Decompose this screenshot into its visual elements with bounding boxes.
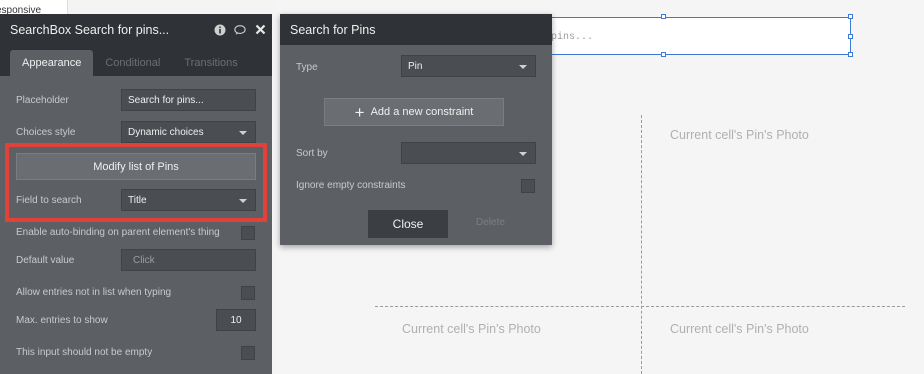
delete-button[interactable]: Delete — [476, 217, 505, 228]
default-value-label: Default value — [16, 255, 75, 266]
sort-by-dropdown[interactable] — [401, 142, 536, 164]
max-entries-label: Max. entries to show — [16, 315, 108, 326]
field-to-search-value: Title — [128, 194, 147, 206]
panel-tabs: Appearance Conditional Transitions — [0, 45, 272, 76]
not-empty-checkbox[interactable] — [241, 346, 255, 360]
add-constraint-label: Add a new constraint — [370, 106, 474, 118]
field-to-search-dropdown[interactable]: Title — [121, 189, 256, 211]
resize-handle-tl[interactable] — [661, 14, 666, 19]
ignore-empty-checkbox[interactable] — [521, 179, 535, 193]
choices-style-dropdown[interactable]: Dynamic choices — [121, 121, 256, 143]
field-to-search-label: Field to search — [16, 195, 82, 206]
choices-style-label: Choices style — [16, 127, 76, 138]
chevron-down-icon — [239, 131, 247, 135]
resize-handle-bl[interactable] — [661, 52, 666, 57]
panel-title: SearchBox Search for pins... — [10, 22, 170, 37]
not-empty-label: This input should not be empty — [16, 347, 153, 358]
chevron-down-icon — [239, 199, 247, 203]
choices-style-value: Dynamic choices — [128, 126, 204, 138]
plus-icon: + — [354, 102, 365, 122]
panel-header[interactable]: SearchBox Search for pins... — [0, 14, 272, 45]
resize-handle-br[interactable] — [848, 52, 853, 57]
allow-entries-checkbox[interactable] — [241, 286, 255, 300]
auto-binding-checkbox[interactable] — [241, 226, 255, 240]
placeholder-input[interactable]: Search for pins... — [121, 89, 256, 111]
info-icon[interactable] — [214, 24, 226, 36]
comment-icon[interactable] — [234, 24, 246, 36]
max-entries-value: 10 — [230, 314, 242, 326]
tab-transitions[interactable]: Transitions — [172, 50, 249, 76]
type-value: Pin — [408, 60, 423, 72]
auto-binding-label: Enable auto-binding on parent element's … — [16, 227, 220, 238]
close-icon[interactable] — [254, 24, 266, 36]
searchbox-placeholder: pins... — [551, 32, 594, 43]
chevron-down-icon — [519, 65, 527, 69]
modify-list-button[interactable]: Modify list of Pins — [16, 153, 256, 180]
searchbox-element[interactable]: pins... — [548, 17, 851, 55]
type-label: Type — [296, 62, 318, 73]
popup-header[interactable]: Search for Pins — [280, 14, 552, 45]
cell-photo-label: Current cell's Pin's Photo — [402, 322, 541, 336]
ignore-empty-label: Ignore empty constraints — [296, 180, 406, 191]
add-constraint-button[interactable]: + Add a new constraint — [324, 98, 504, 126]
close-button[interactable]: Close — [368, 210, 448, 238]
resize-handle-r[interactable] — [848, 34, 853, 39]
default-value-input[interactable]: Click — [121, 249, 256, 271]
placeholder-label: Placeholder — [16, 95, 69, 106]
search-for-pins-popup: Search for Pins Type Pin + Add a new con… — [280, 14, 552, 245]
max-entries-input[interactable]: 10 — [216, 309, 256, 331]
tab-appearance[interactable]: Appearance — [10, 50, 94, 76]
resize-handle-tr[interactable] — [848, 14, 853, 19]
chevron-down-icon — [519, 152, 527, 156]
cell-photo-label: Current cell's Pin's Photo — [670, 322, 809, 336]
cell-divider-horizontal — [375, 306, 905, 307]
allow-entries-label: Allow entries not in list when typing — [16, 287, 172, 298]
sort-by-label: Sort by — [296, 148, 328, 159]
default-value-placeholder: Click — [133, 254, 155, 266]
popup-title: Search for Pins — [290, 22, 376, 37]
cell-photo-label: Current cell's Pin's Photo — [670, 128, 809, 142]
type-dropdown[interactable]: Pin — [401, 55, 536, 77]
placeholder-value: Search for pins... — [128, 94, 204, 106]
cell-divider-vertical — [641, 115, 642, 374]
tab-conditional[interactable]: Conditional — [93, 50, 172, 76]
